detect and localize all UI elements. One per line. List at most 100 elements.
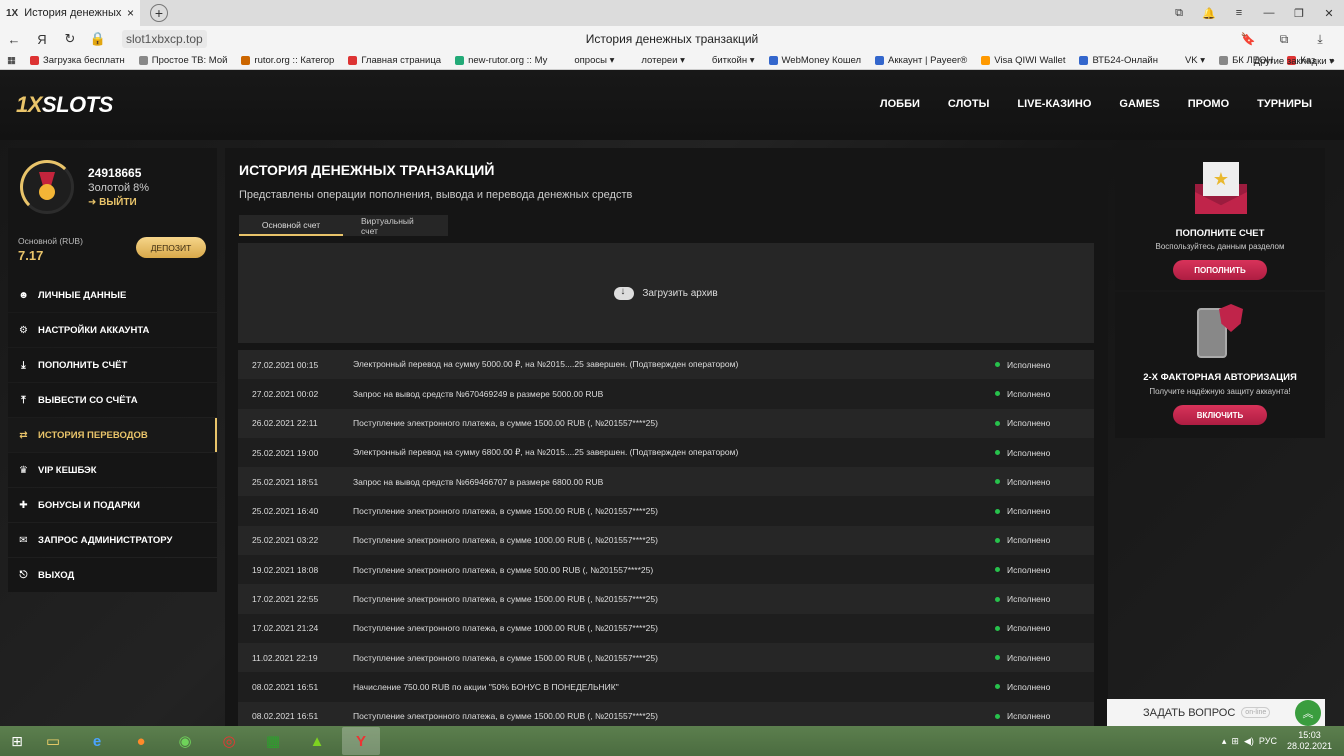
bookmark-item[interactable]: ВТБ24-Онлайн (1072, 55, 1164, 66)
tab-close-icon[interactable]: × (127, 6, 134, 20)
menu-games[interactable]: GAMES (1119, 98, 1159, 110)
bookmark-item[interactable]: WebMoney Кошел (762, 55, 868, 66)
sidebar-item-label: БОНУСЫ И ПОДАРКИ (38, 499, 140, 511)
deposit-button[interactable]: ДЕПОЗИТ (136, 237, 206, 258)
page-title: ИСТОРИЯ ДЕНЕЖНЫХ ТРАНЗАКЦИЙ (239, 162, 495, 178)
collections-icon[interactable]: ⧉ (1164, 7, 1194, 20)
internet-explorer-icon[interactable]: e (78, 727, 116, 755)
file-explorer-icon[interactable]: ▭ (34, 727, 72, 755)
ask-question-widget[interactable]: ЗАДАТЬ ВОПРОС on-line ︽ (1107, 699, 1325, 726)
sidebar-item-label: ЛИЧНЫЕ ДАННЫЕ (38, 289, 127, 301)
main-menu: ЛОББИ СЛОТЫ LIVE-КАЗИНО GAMES ПРОМО ТУРН… (852, 98, 1312, 110)
menu-live-casino[interactable]: LIVE-КАЗИНО (1017, 98, 1091, 110)
extensions-icon[interactable]: ⧉ (1266, 32, 1302, 47)
transaction-date: 25.02.2021 16:40 (252, 506, 319, 517)
yandex-icon[interactable]: Я (28, 32, 56, 47)
language-indicator[interactable]: РУС (1259, 736, 1277, 746)
scroll-up-icon[interactable]: ︽ (1295, 700, 1321, 726)
start-icon[interactable]: ⊞ (0, 726, 34, 756)
back-icon[interactable]: ← (0, 32, 28, 47)
site-page: 1XSLOTS ЛОББИ СЛОТЫ LIVE-КАЗИНО GAMES ПР… (0, 70, 1344, 726)
deposit-promo-card: ★ ПОПОЛНИТЕ СЧЕТ Воспользуйтесь данным р… (1115, 148, 1325, 290)
logout-link[interactable]: ➜ ВЫЙТИ (88, 197, 137, 208)
nox-icon[interactable]: ◉ (166, 727, 204, 755)
sidebar-item[interactable]: ⇄ ИСТОРИЯ ПЕРЕВОДОВ (8, 418, 217, 452)
transaction-status: Исполнено (995, 389, 1050, 399)
transaction-date: 25.02.2021 18:51 (252, 476, 319, 487)
bookmark-item[interactable]: лотереи ▾ (621, 55, 692, 66)
minimize-icon[interactable]: — (1254, 7, 1284, 19)
excel-icon[interactable]: ▦ (254, 727, 292, 755)
transaction-status: Исполнено (995, 535, 1050, 545)
bookmark-apps-icon[interactable]: ▦ (0, 55, 23, 66)
bookmark-item[interactable]: биткойн ▾ (692, 55, 762, 66)
tab-main-account[interactable]: Основной счет (239, 215, 343, 236)
reload-icon[interactable]: ↻ (56, 31, 84, 47)
transaction-date: 25.02.2021 03:22 (252, 535, 319, 546)
download-icon[interactable]: ⤓ (1302, 32, 1338, 47)
bookmark-item[interactable]: rutor.org :: Категор (234, 55, 341, 66)
network-icon[interactable]: ⊞ (1231, 736, 1239, 747)
sidebar-item[interactable]: ✚ БОНУСЫ И ПОДАРКИ (8, 488, 217, 522)
enable-twofa-button[interactable]: ВКЛЮЧИТЬ (1173, 405, 1267, 425)
new-tab-button[interactable]: + (150, 4, 168, 22)
bookmark-item[interactable]: VK ▾ (1165, 55, 1212, 66)
ask-question-label: ЗАДАТЬ ВОПРОС (1143, 706, 1236, 719)
status-dot-icon (995, 479, 1000, 485)
bookmark-item[interactable]: Visa QIWI Wallet (974, 55, 1072, 66)
sidebar-item[interactable]: ⚙ НАСТРОЙКИ АККАУНТА (8, 313, 217, 347)
url-field[interactable]: slot1xbxcp.top (122, 30, 207, 48)
volume-icon[interactable]: ◀) (1244, 736, 1254, 747)
envelope-icon: ✉ (19, 534, 28, 546)
transaction-row: 27.02.2021 00:02 Запрос на вывод средств … (238, 379, 1094, 409)
sidebar-item[interactable]: ☻ ЛИЧНЫЕ ДАННЫЕ (8, 278, 217, 312)
menu-tournaments[interactable]: ТУРНИРЫ (1257, 98, 1312, 110)
app-a-icon[interactable]: ▲ (298, 727, 336, 755)
sidebar-item[interactable]: ⤓ ПОПОЛНИТЬ СЧЁТ (8, 348, 217, 382)
bookmark-item[interactable]: Простое ТВ: Мой (132, 55, 235, 66)
firefox-icon[interactable]: ● (122, 727, 160, 755)
close-window-icon[interactable]: ✕ (1314, 7, 1344, 20)
other-bookmarks[interactable]: Другие закладки ▾ (1254, 52, 1334, 69)
transaction-row: 17.02.2021 21:24 Поступление электронного… (238, 613, 1094, 643)
menu-promo[interactable]: ПРОМО (1188, 98, 1229, 110)
menu-icon[interactable]: ≡ (1224, 7, 1254, 19)
top-up-button[interactable]: ПОПОЛНИТЬ (1173, 260, 1267, 280)
transaction-description: Электронный перевод на сумму 6800.00 ₽, … (353, 447, 739, 458)
transaction-status: Исполнено (995, 682, 1050, 692)
menu-lobby[interactable]: ЛОББИ (880, 98, 920, 110)
bookmark-item[interactable]: Аккаунт | Payeer® (868, 55, 974, 66)
status-dot-icon (995, 391, 1000, 397)
chrome-icon[interactable]: ◎ (210, 727, 248, 755)
bookmark-favicon-icon (241, 56, 251, 65)
transaction-status: Исполнено (995, 565, 1050, 575)
sidebar-item[interactable]: ⤒ ВЫВЕСТИ СО СЧЁТА (8, 383, 217, 417)
restore-icon[interactable]: ❐ (1284, 7, 1314, 20)
notifications-icon[interactable]: 🔔 (1194, 7, 1224, 20)
sidebar-item[interactable]: ♛ VIP КЕШБЭК (8, 453, 217, 487)
clock[interactable]: 15:03 28.02.2021 (1287, 730, 1332, 752)
browser-tab[interactable]: 1X История денежных транзакций × (0, 0, 140, 26)
bookmarks-bar: ▦ Загрузка бесплатн Простое ТВ: Мой rutor.o… (0, 52, 1344, 70)
transaction-description: Поступление электронного платежа, в сумм… (353, 564, 654, 575)
bookmark-item[interactable]: опросы ▾ (554, 55, 621, 66)
bookmark-item[interactable]: Загрузка бесплатн (23, 55, 132, 66)
windows-taskbar: ⊞ ▭ e ● ◉ ◎ ▦ ▲ Y ▴ ⊞ ◀) РУС 15:03 28.02… (0, 726, 1344, 756)
transaction-row: 26.02.2021 22:11 Поступление электронного… (238, 408, 1094, 438)
bookmark-item[interactable]: new-rutor.org :: Му (448, 55, 554, 66)
yandex-browser-icon[interactable]: Y (342, 727, 380, 755)
download-archive-button[interactable]: Загрузить архив (238, 243, 1094, 343)
tray-arrow-icon[interactable]: ▴ (1222, 736, 1227, 747)
sidebar-item[interactable]: ✉ ЗАПРОС АДМИНИСТРАТОРУ (8, 523, 217, 557)
bookmark-item[interactable]: Главная страница (341, 55, 448, 66)
bookmark-favicon-icon (874, 56, 884, 65)
site-logo[interactable]: 1XSLOTS (16, 92, 113, 118)
sidebar-item[interactable]: ⎋ ВЫХОД (8, 558, 217, 592)
tab-virtual-account[interactable]: Виртуальный счет (343, 215, 448, 236)
bookmark-icon[interactable]: 🔖 (1230, 32, 1266, 46)
status-medal-icon (20, 160, 74, 214)
transaction-date: 17.02.2021 21:24 (252, 623, 319, 634)
transaction-row: 19.02.2021 18:08 Поступление электронного… (238, 555, 1094, 585)
menu-slots[interactable]: СЛОТЫ (948, 98, 989, 110)
transaction-date: 08.02.2021 16:51 (252, 681, 319, 692)
